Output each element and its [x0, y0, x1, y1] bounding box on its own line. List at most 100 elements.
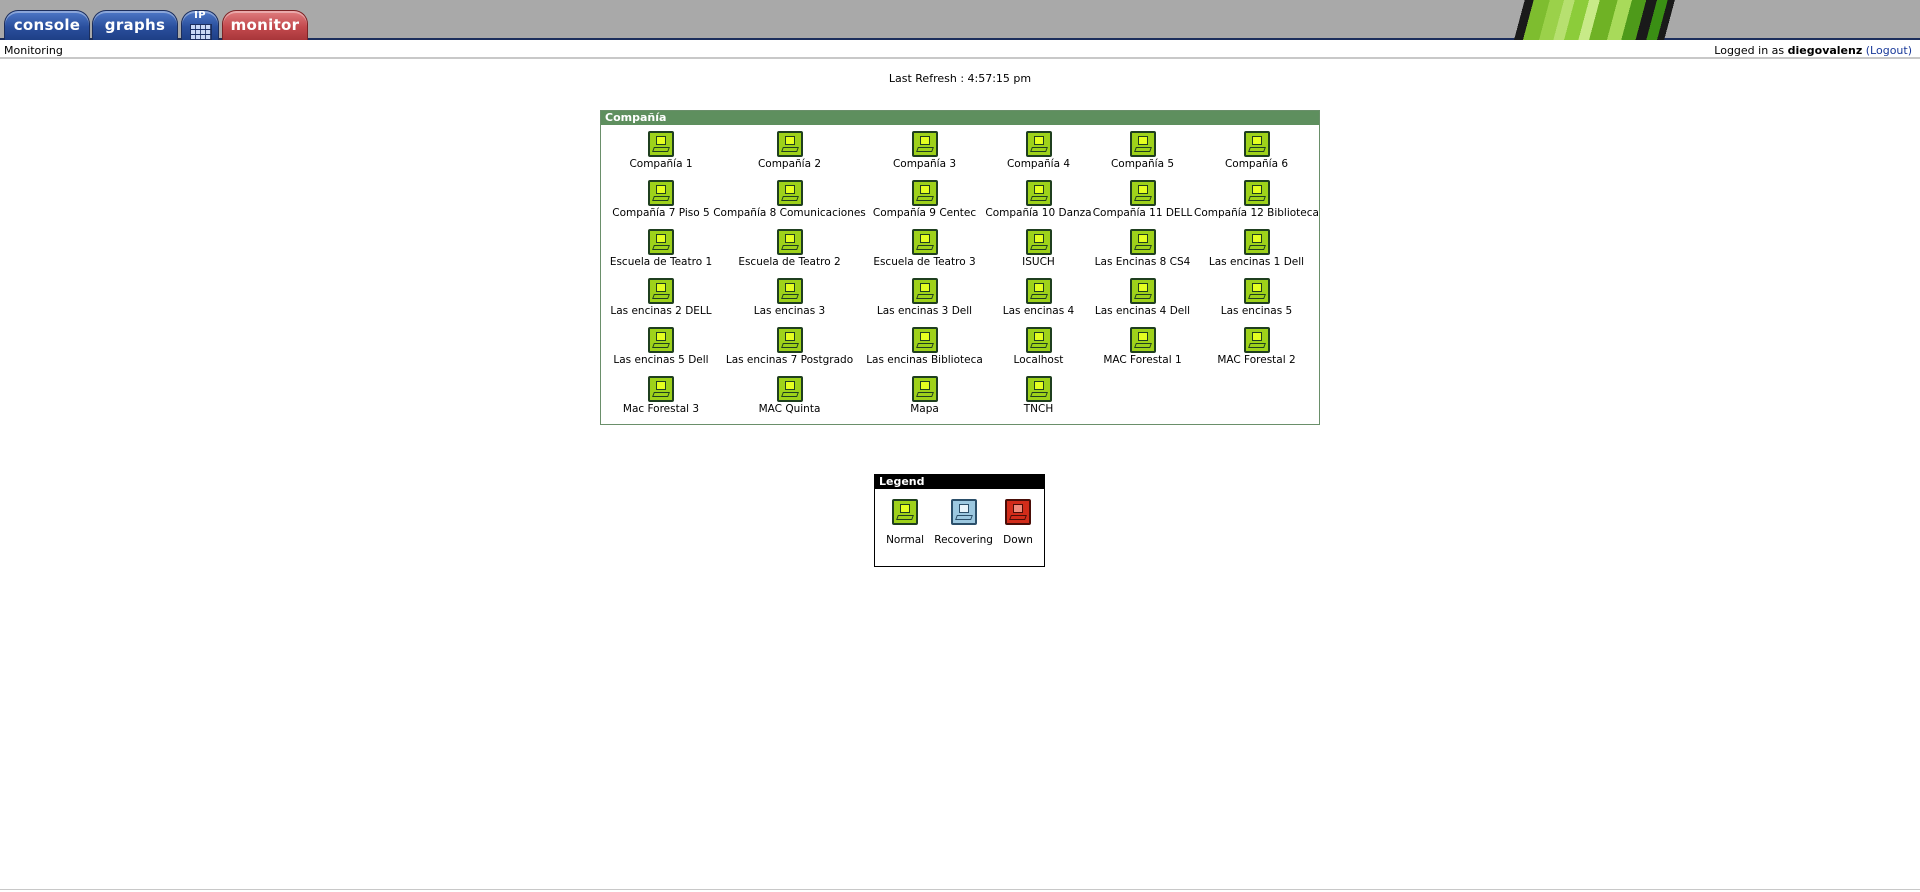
logout-link[interactable]: (Logout): [1866, 44, 1912, 57]
group-title: Compañía: [601, 111, 1319, 125]
tab-ip[interactable]: IP: [181, 10, 219, 40]
host-name: Las encinas 1 Dell: [1208, 256, 1305, 268]
monitor-terminal-icon: [648, 327, 674, 353]
host-item[interactable]: Compañía 3: [862, 131, 987, 180]
host-item[interactable]: Escuela de Teatro 1: [605, 229, 717, 278]
legend-item-normal: Normal: [886, 499, 924, 546]
legend-label: Normal: [886, 534, 925, 546]
host-name: Compañía 10 Danza: [985, 207, 1092, 219]
ip-grid-icon: [190, 24, 212, 40]
tab-graphs[interactable]: graphs: [92, 10, 178, 40]
legend-item-recovering: Recovering: [934, 499, 993, 546]
host-item[interactable]: Las Encinas 8 CS4: [1090, 229, 1195, 278]
host-name: Compañía 11 DELL: [1092, 207, 1193, 219]
monitor-terminal-icon: [1129, 278, 1156, 304]
host-name: Escuela de Teatro 2: [738, 256, 841, 268]
monitor-terminal-icon: [776, 229, 803, 255]
monitor-terminal-icon: [911, 229, 938, 255]
tab-ip-label: IP: [194, 10, 206, 21]
host-item[interactable]: MAC Forestal 1: [1090, 327, 1195, 376]
host-item[interactable]: Las encinas 5 Dell: [605, 327, 717, 376]
monitor-terminal-icon: [911, 278, 938, 304]
host-item[interactable]: Las encinas 3: [717, 278, 862, 327]
host-name: Escuela de Teatro 1: [609, 256, 713, 268]
login-prefix: Logged in as: [1714, 44, 1785, 57]
host-name: MAC Quinta: [758, 403, 821, 415]
host-item[interactable]: Escuela de Teatro 2: [717, 229, 862, 278]
monitor-terminal-icon: [1129, 327, 1156, 353]
host-name: ISUCH: [1022, 256, 1055, 268]
monitor-terminal-icon: [776, 180, 803, 206]
host-item[interactable]: Las encinas 4: [987, 278, 1090, 327]
host-item[interactable]: Compañía 9 Centec: [862, 180, 987, 229]
host-item[interactable]: MAC Quinta: [717, 376, 862, 425]
host-item[interactable]: Las encinas 5: [1195, 278, 1318, 327]
host-item[interactable]: Compañía 7 Piso 5: [605, 180, 717, 229]
host-item[interactable]: Las encinas 1 Dell: [1195, 229, 1318, 278]
host-item[interactable]: Compañía 5: [1090, 131, 1195, 180]
host-item[interactable]: Compañía 8 Comunicaciones: [713, 180, 866, 229]
last-refresh-text: Last Refresh : 4:57:15 pm: [888, 72, 1032, 85]
monitor-terminal-icon: [1025, 376, 1052, 402]
host-item[interactable]: Las encinas 4 Dell: [1090, 278, 1195, 327]
host-name: Compañía 1: [629, 158, 693, 170]
breadcrumb: Monitoring: [4, 44, 63, 57]
host-item[interactable]: Compañía 1: [605, 131, 717, 180]
host-name: Las encinas 2 DELL: [610, 305, 712, 317]
host-name: Las encinas 4 Dell: [1094, 305, 1191, 317]
monitor-terminal-icon: [776, 376, 803, 402]
host-item[interactable]: Compañía 12 Biblioteca: [1194, 180, 1319, 229]
host-item[interactable]: TNCH: [987, 376, 1090, 425]
top-navigation-bar: console graphs IP monitor: [0, 0, 1920, 40]
host-item[interactable]: Compañía 2: [717, 131, 862, 180]
host-name: Compañía 5: [1110, 158, 1175, 170]
host-name: Escuela de Teatro 3: [873, 256, 976, 268]
monitor-terminal-icon: [648, 376, 674, 402]
host-name: Compañía 4: [1006, 158, 1071, 170]
host-item[interactable]: MAC Forestal 2: [1195, 327, 1318, 376]
host-item[interactable]: Las encinas Biblioteca: [862, 327, 987, 376]
login-username: diegovalenz: [1787, 44, 1863, 57]
monitor-terminal-icon: [1243, 131, 1270, 157]
host-name: MAC Forestal 2: [1217, 354, 1296, 366]
host-name: Las encinas 3: [753, 305, 826, 317]
host-name: Compañía 9 Centec: [872, 207, 977, 219]
monitor-terminal-icon: [648, 229, 674, 255]
host-name: TNCH: [1023, 403, 1054, 415]
host-name: Las Encinas 8 CS4: [1094, 256, 1191, 268]
monitor-terminal-icon: [1243, 278, 1270, 304]
tab-monitor[interactable]: monitor: [222, 10, 308, 40]
monitor-terminal-icon: [776, 327, 803, 353]
host-item[interactable]: Las encinas 2 DELL: [605, 278, 717, 327]
host-item[interactable]: ISUCH: [987, 229, 1090, 278]
host-item[interactable]: Compañía 11 DELL: [1090, 180, 1195, 229]
host-item[interactable]: Las encinas 7 Postgrado: [717, 327, 862, 376]
monitor-terminal-icon: [1005, 499, 1032, 525]
host-item[interactable]: Compañía 4: [987, 131, 1090, 180]
monitor-terminal-icon: [1129, 180, 1156, 206]
tab-console[interactable]: console: [4, 10, 90, 40]
monitor-terminal-icon: [950, 499, 977, 525]
monitor-terminal-icon: [1025, 180, 1052, 206]
monitor-terminal-icon: [1129, 131, 1156, 157]
host-item[interactable]: Las encinas 3 Dell: [862, 278, 987, 327]
monitor-terminal-icon: [648, 278, 674, 304]
host-name: MAC Forestal 1: [1103, 354, 1182, 366]
monitor-terminal-icon: [776, 278, 803, 304]
host-item[interactable]: Mapa: [862, 376, 987, 425]
host-item[interactable]: Escuela de Teatro 3: [862, 229, 987, 278]
host-group-box: Compañía Compañía 1 Compañía 2 Compañía 3C…: [600, 110, 1320, 425]
host-name: Mapa: [910, 403, 939, 415]
legend-title: Legend: [875, 475, 1044, 489]
host-item[interactable]: Localhost: [987, 327, 1090, 376]
monitor-terminal-icon: [1243, 229, 1270, 255]
host-item[interactable]: Mac Forestal 3: [605, 376, 717, 425]
monitor-terminal-icon: [911, 327, 938, 353]
legend-items: Normal Recovering Down: [875, 489, 1044, 546]
host-name: Compañía 12 Biblioteca: [1194, 207, 1319, 219]
host-name: Las encinas Biblioteca: [866, 354, 983, 366]
host-item[interactable]: Compañía 10 Danza: [985, 180, 1092, 229]
host-item[interactable]: Compañía 6: [1195, 131, 1318, 180]
legend-item-down: Down: [1003, 499, 1033, 546]
monitor-terminal-icon: [911, 131, 938, 157]
